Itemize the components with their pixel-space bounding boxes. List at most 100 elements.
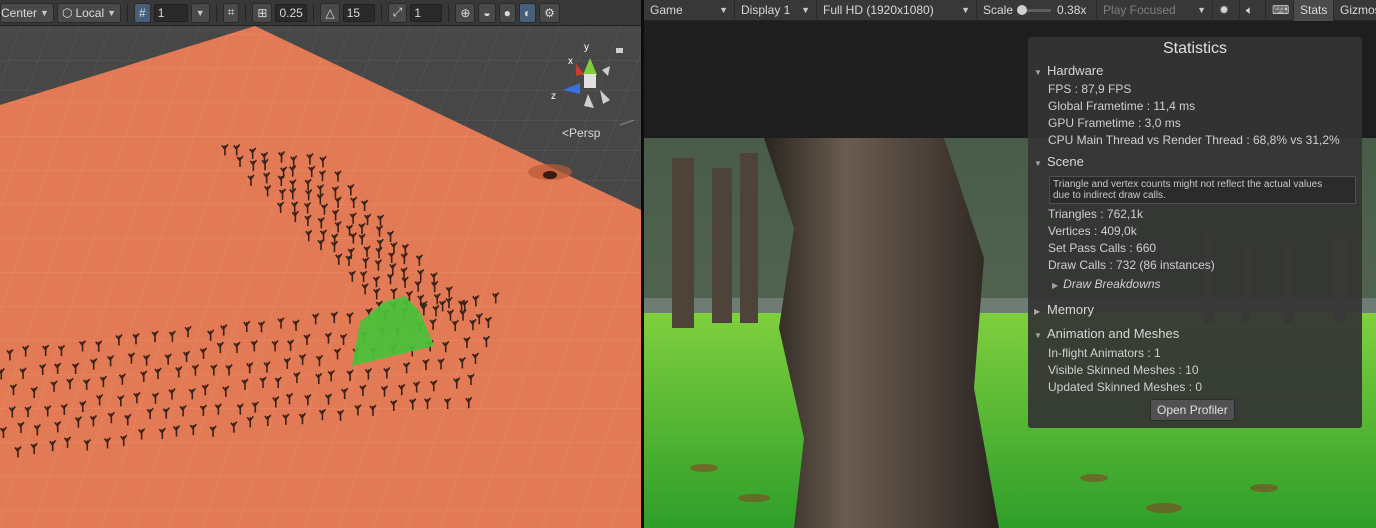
note-line: due to indirect draw calls. — [1053, 190, 1166, 201]
camera-mode-label[interactable]: <Persp — [562, 126, 600, 140]
pivot-label: Center — [1, 5, 38, 20]
cpu-main-thread-stat: CPU Main Thread vs Render Thread : 68,8%… — [1048, 133, 1340, 147]
open-profiler-button[interactable]: Open Profiler — [1150, 399, 1235, 421]
scale-snap-field[interactable]: 1 — [410, 3, 443, 22]
shaded-sphere-icon: ● — [503, 5, 511, 20]
pivot-dropdown[interactable]: Center ▼ — [0, 2, 54, 23]
memory-label: Memory — [1047, 302, 1094, 317]
indirect-draw-note: Triangle and vertex counts might not ref… — [1049, 176, 1356, 204]
collapsed-triangle-icon: ▶ — [1052, 281, 1059, 290]
resolution-label: Full HD (1920x1080) — [823, 3, 934, 17]
set-pass-calls-stat: Set Pass Calls : 660 — [1048, 241, 1157, 255]
speaker-icon: 🔈︎ — [1246, 2, 1254, 17]
toolbar-separator — [313, 3, 315, 22]
wireframe-sphere-icon: ⊕ — [460, 5, 471, 20]
draw-breakdowns-label: Draw Breakdowns — [1063, 277, 1161, 291]
fps-stat: FPS : 87,9 FPS — [1048, 82, 1132, 96]
unlit-sphere-icon: ◐ — [523, 5, 532, 20]
cube-icon: ⬡ — [61, 5, 73, 20]
increment-snap-field[interactable]: 0.25 — [275, 3, 308, 22]
grid-dropdown[interactable]: ▼ — [190, 2, 210, 23]
rotation-snap-button[interactable]: △ — [320, 2, 340, 23]
gizmo-z-label: z — [551, 91, 556, 102]
inflight-animators-stat: In-flight Animators : 1 — [1048, 346, 1161, 360]
updated-skinned-meshes-stat: Updated Skinned Meshes : 0 — [1048, 380, 1203, 394]
shaded-button[interactable]: ● — [498, 2, 516, 23]
scene-section-header[interactable]: ▼ Scene — [1034, 154, 1084, 169]
gizmos-label: Gizmos — [1340, 3, 1376, 17]
keyboard-shortcuts-button[interactable]: ⌨︎ — [1266, 0, 1294, 21]
toolbar-separator — [127, 3, 129, 22]
gpu-frametime-stat: GPU Frametime : 3,0 ms — [1048, 116, 1181, 130]
scale-slider[interactable] — [1017, 4, 1052, 15]
scale-label: Scale — [983, 3, 1014, 17]
hardware-section-header[interactable]: ▼ Hardware — [1034, 63, 1103, 78]
overlay-icon: ⚙ — [544, 5, 555, 20]
gizmo-y-label: y — [584, 42, 589, 53]
global-frametime-stat: Global Frametime : 11,4 ms — [1048, 99, 1196, 113]
chevron-down-icon: ▼ — [719, 5, 728, 15]
scale-slider-thumb[interactable] — [1017, 4, 1028, 15]
persp-icon: < — [562, 126, 570, 140]
increment-snap-icon: ⊞ — [257, 5, 268, 20]
rotation-snap-icon: △ — [325, 5, 335, 20]
chevron-down-icon: ▼ — [107, 7, 117, 18]
space-dropdown[interactable]: ⬡ Local ▼ — [56, 2, 122, 23]
expanded-triangle-icon: ▼ — [1034, 68, 1042, 77]
frame-debugger-button[interactable]: ✹ — [1213, 0, 1240, 21]
mute-audio-button[interactable]: 🔈︎ — [1240, 0, 1266, 21]
shaded-wireframe-button[interactable]: ◒ — [478, 2, 496, 23]
grid-icon: # — [139, 5, 146, 20]
grid-toggle-button[interactable]: # — [134, 2, 151, 23]
game-view-dropdown[interactable]: Game ▼ — [644, 0, 735, 21]
hardware-label: Hardware — [1047, 63, 1104, 78]
scale-snap-button[interactable]: ⤢ — [387, 2, 408, 23]
note-line: Triangle and vertex counts might not ref… — [1053, 179, 1323, 190]
stats-toggle[interactable]: Stats — [1294, 0, 1334, 21]
collapsed-triangle-icon: ▶ — [1034, 307, 1041, 316]
overlay-button[interactable]: ⚙ — [539, 2, 560, 23]
grid-size-field[interactable]: 1 — [153, 3, 188, 22]
scene-viewport[interactable]: x y z — [0, 0, 641, 528]
persp-label: Persp — [569, 126, 601, 140]
animation-section-header[interactable]: ▼ Animation and Meshes — [1034, 326, 1179, 341]
toolbar-separator — [215, 3, 217, 22]
rotation-snap-field[interactable]: 15 — [342, 3, 375, 22]
scale-control[interactable]: Scale 0.38x — [977, 0, 1097, 21]
toolbar-separator — [448, 3, 450, 22]
triangles-stat: Triangles : 762,1k — [1048, 207, 1143, 221]
memory-section-header[interactable]: ▶ Memory — [1034, 302, 1094, 317]
scene-view[interactable]: x y z <Persp Center ▼ ⬡ Local ▼ # 1 ▼ ⌗ ⊞ 0… — [0, 0, 641, 528]
scene-label: Scene — [1047, 154, 1084, 169]
gizmo-x-label: x — [568, 56, 573, 67]
display-dropdown[interactable]: Display 1 ▼ — [735, 0, 817, 21]
snap-grid-button[interactable]: ⌗ — [222, 2, 240, 23]
play-focused-dropdown[interactable]: Play Focused ▼ — [1097, 0, 1213, 21]
resolution-dropdown[interactable]: Full HD (1920x1080) ▼ — [817, 0, 977, 21]
draw-calls-stat: Draw Calls : 732 (86 instances) — [1048, 258, 1215, 272]
game-view-label: Game — [650, 3, 683, 17]
game-view[interactable]: Game ▼ Display 1 ▼ Full HD (1920x1080) ▼ Sc… — [644, 0, 1376, 528]
statistics-panel: Statistics ▼ Hardware FPS : 87,9 FPS Glob… — [1028, 37, 1362, 428]
statistics-title: Statistics — [1162, 40, 1227, 57]
chevron-down-icon: ▼ — [195, 7, 205, 18]
chevron-down-icon: ▼ — [1197, 5, 1206, 15]
scale-snap-icon: ⤢ — [392, 5, 403, 19]
visible-skinned-meshes-stat: Visible Skinned Meshes : 10 — [1048, 363, 1199, 377]
play-focused-label: Play Focused — [1103, 3, 1176, 17]
snap-grid-icon: ⌗ — [227, 5, 235, 19]
gizmos-toggle[interactable]: Gizmos — [1334, 0, 1376, 21]
expanded-triangle-icon: ▼ — [1034, 331, 1042, 340]
stats-label: Stats — [1300, 3, 1328, 17]
chevron-down-icon: ▼ — [801, 5, 810, 15]
wireframe-shading-button[interactable]: ⊕ — [455, 2, 476, 23]
display-label: Display 1 — [741, 3, 791, 17]
toolbar-separator — [380, 3, 382, 22]
space-label: Local — [75, 5, 105, 20]
gizmo-lock-icon[interactable] — [616, 48, 623, 53]
toolbar-separator — [245, 3, 247, 22]
expanded-triangle-icon: ▼ — [1034, 159, 1042, 168]
increment-snap-button[interactable]: ⊞ — [252, 2, 273, 23]
unlit-button[interactable]: ◐ — [518, 2, 537, 23]
draw-breakdowns-foldout[interactable]: ▶ Draw Breakdowns — [1052, 277, 1161, 291]
